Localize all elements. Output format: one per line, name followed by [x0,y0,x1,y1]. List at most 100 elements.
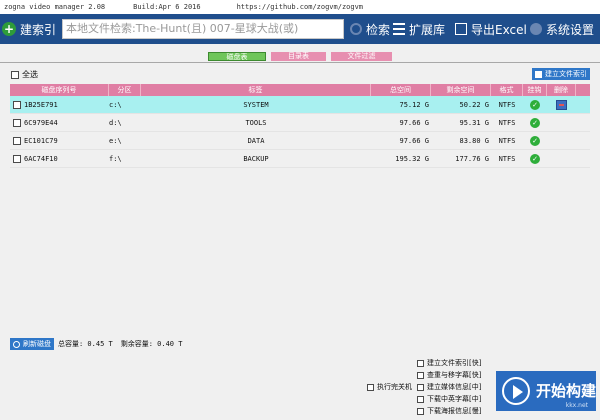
brand-watermark: 开始构建 kkx.net [496,371,596,411]
search-button[interactable]: 检索 [350,18,390,40]
brand-text: 开始构建 [536,382,597,400]
select-all-checkbox[interactable] [11,70,19,79]
table-header: 磁盘序列号 分区 标签 总空间 剩余空间 格式 挂钩 删除 [10,84,590,96]
option-download-posters[interactable]: 下载海报信息[慢] [417,406,481,416]
row-total: 195.32 G [395,155,429,163]
option-checkbox[interactable] [417,359,424,367]
select-all-label: 全选 [22,70,38,79]
option-label: 下载中英字幕[中] [427,395,482,403]
option-build-media-info[interactable]: 建立媒体信息[中] [417,382,481,392]
free-capacity: 剩余容量: 0.40 T [120,340,183,348]
row-free: 177.76 G [455,155,489,163]
col-total[interactable]: 总空间 [371,84,431,96]
settings-label: 系统设置 [546,22,595,37]
row-serial: 6AC74F10 [24,154,58,163]
extension-library-button[interactable]: 扩展库 [393,18,445,40]
export-excel-label: 导出Excel [471,22,527,37]
row-partition: c:\ [109,101,122,109]
list-icon [393,23,405,35]
col-free[interactable]: 剩余空间 [431,84,491,96]
title-bar: zogna video manager 2.08 Build:Apr 6 201… [0,0,600,14]
mount-check-icon[interactable]: ✓ [530,99,540,110]
row-label: TOOLS [245,119,267,127]
option-label: 执行完关机 [377,383,412,391]
row-label: DATA [247,137,265,145]
option-checkbox[interactable] [417,371,424,379]
option-label: 建立媒体信息[中] [427,383,482,391]
plus-icon: + [2,22,16,36]
select-all[interactable]: 全选 [11,69,38,80]
row-total: 75.12 G [399,101,429,109]
option-build-index[interactable]: 建立文件索引[快] [417,358,481,368]
option-shutdown[interactable]: 执行完关机 [367,382,412,392]
row-label: BACKUP [243,155,269,163]
search-label: 检索 [366,22,391,37]
disk-table: 磁盘序列号 分区 标签 总空间 剩余空间 格式 挂钩 删除 1B25E791 c… [10,84,590,168]
play-logo-icon [502,377,530,405]
refresh-icon [13,340,20,348]
mount-check-icon[interactable]: ✓ [530,117,540,128]
row-checkbox[interactable] [13,136,21,145]
build-index-button[interactable]: + 建索引 [2,18,58,40]
col-mount[interactable]: 挂钩 [523,84,547,96]
option-checkbox[interactable] [417,407,424,415]
option-label: 查重与移字幕[快] [427,371,482,379]
table-row[interactable]: 1B25E791 c:\ SYSTEM 75.12 G 50.22 G NTFS… [10,96,590,114]
row-free: 95.31 G [459,119,489,127]
build-index-label: 建索引 [20,22,57,37]
row-checkbox[interactable] [13,118,21,127]
row-checkbox[interactable] [13,100,21,109]
row-checkbox[interactable] [13,154,21,163]
table-row[interactable]: 6AC74F10 f:\ BACKUP 195.32 G 177.76 G NT… [10,150,590,168]
option-checkbox[interactable] [417,383,424,391]
extension-library-label: 扩展库 [409,22,446,37]
toolbar: + 建索引 本地文件检索:The-Hunt(且) 007-星球大战(或) 检索 … [0,14,600,44]
row-free: 83.80 G [459,137,489,145]
brand-sub: kkx.net [565,402,588,409]
total-capacity: 总容量: 0.45 T [58,340,113,348]
row-total: 97.66 G [399,137,429,145]
col-partition[interactable]: 分区 [109,84,141,96]
search-input[interactable]: 本地文件检索:The-Hunt(且) 007-星球大战(或) [62,19,344,39]
row-partition: f:\ [109,155,122,163]
table-row[interactable]: 6C979E44 d:\ TOOLS 97.66 G 95.31 G NTFS … [10,114,590,132]
option-check-subtitles[interactable]: 查重与移字幕[快] [417,370,481,380]
option-label: 建立文件索引[快] [427,359,482,367]
refresh-disk-button[interactable]: 刷新磁盘 [10,338,54,350]
tab-directory[interactable]: 目录表 [271,52,326,61]
delete-icon[interactable] [556,99,567,110]
tab-disk[interactable]: 磁盘表 [208,52,266,61]
tab-file-filter[interactable]: 文件过滤 [331,52,392,61]
settings-button[interactable]: 系统设置 [530,18,594,40]
option-checkbox[interactable] [417,395,424,403]
export-excel-button[interactable]: 导出Excel [455,18,527,40]
mount-check-icon[interactable]: ✓ [530,153,540,164]
row-serial: 1B25E791 [24,100,58,109]
row-serial: EC101C79 [24,136,58,145]
mount-check-icon[interactable]: ✓ [530,135,540,146]
app-name: zogna video manager 2.08 [4,3,106,11]
row-total: 97.66 G [399,119,429,127]
col-delete[interactable]: 删除 [547,84,576,96]
row-partition: e:\ [109,137,122,145]
table-row[interactable]: EC101C79 e:\ DATA 97.66 G 83.80 G NTFS ✓ [10,132,590,150]
row-format: NTFS [498,137,516,145]
refresh-disk-label: 刷新磁盘 [23,340,51,348]
create-file-index-button[interactable]: 建立文件索引 [532,68,590,80]
col-format[interactable]: 格式 [491,84,523,96]
option-checkbox[interactable] [367,383,374,391]
col-serial[interactable]: 磁盘序列号 [10,84,109,96]
build-info: Build:Apr 6 2016 [133,3,201,11]
row-partition: d:\ [109,119,122,127]
option-download-subtitles[interactable]: 下载中英字幕[中] [417,394,481,404]
export-icon [455,23,467,35]
gear-icon [530,23,542,35]
row-label: SYSTEM [243,101,269,109]
index-icon [535,70,542,78]
tab-divider [0,62,600,63]
project-url: https://github.com/zogvm/zogvm [236,3,364,11]
row-free: 50.22 G [459,101,489,109]
row-format: NTFS [498,155,516,163]
col-label[interactable]: 标签 [141,84,371,96]
status-bar: 刷新磁盘 总容量: 0.45 T 剩余容量: 0.40 T [10,338,190,350]
